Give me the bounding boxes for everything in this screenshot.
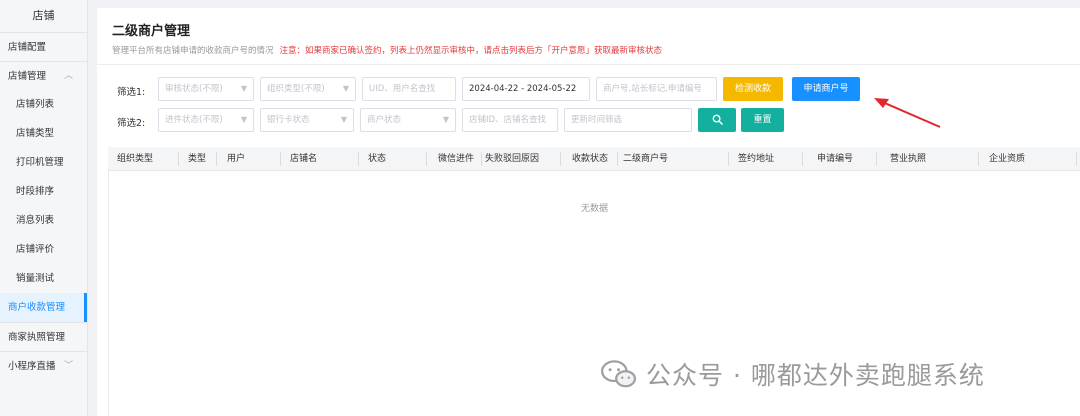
wechat-logo-icon [601, 360, 637, 388]
annotation-arrow-icon [874, 98, 941, 128]
watermark-text: 公众号 · 哪都达外卖跑腿系统 [646, 361, 985, 390]
watermark: 公众号 · 哪都达外卖跑腿系统 [600, 356, 985, 392]
